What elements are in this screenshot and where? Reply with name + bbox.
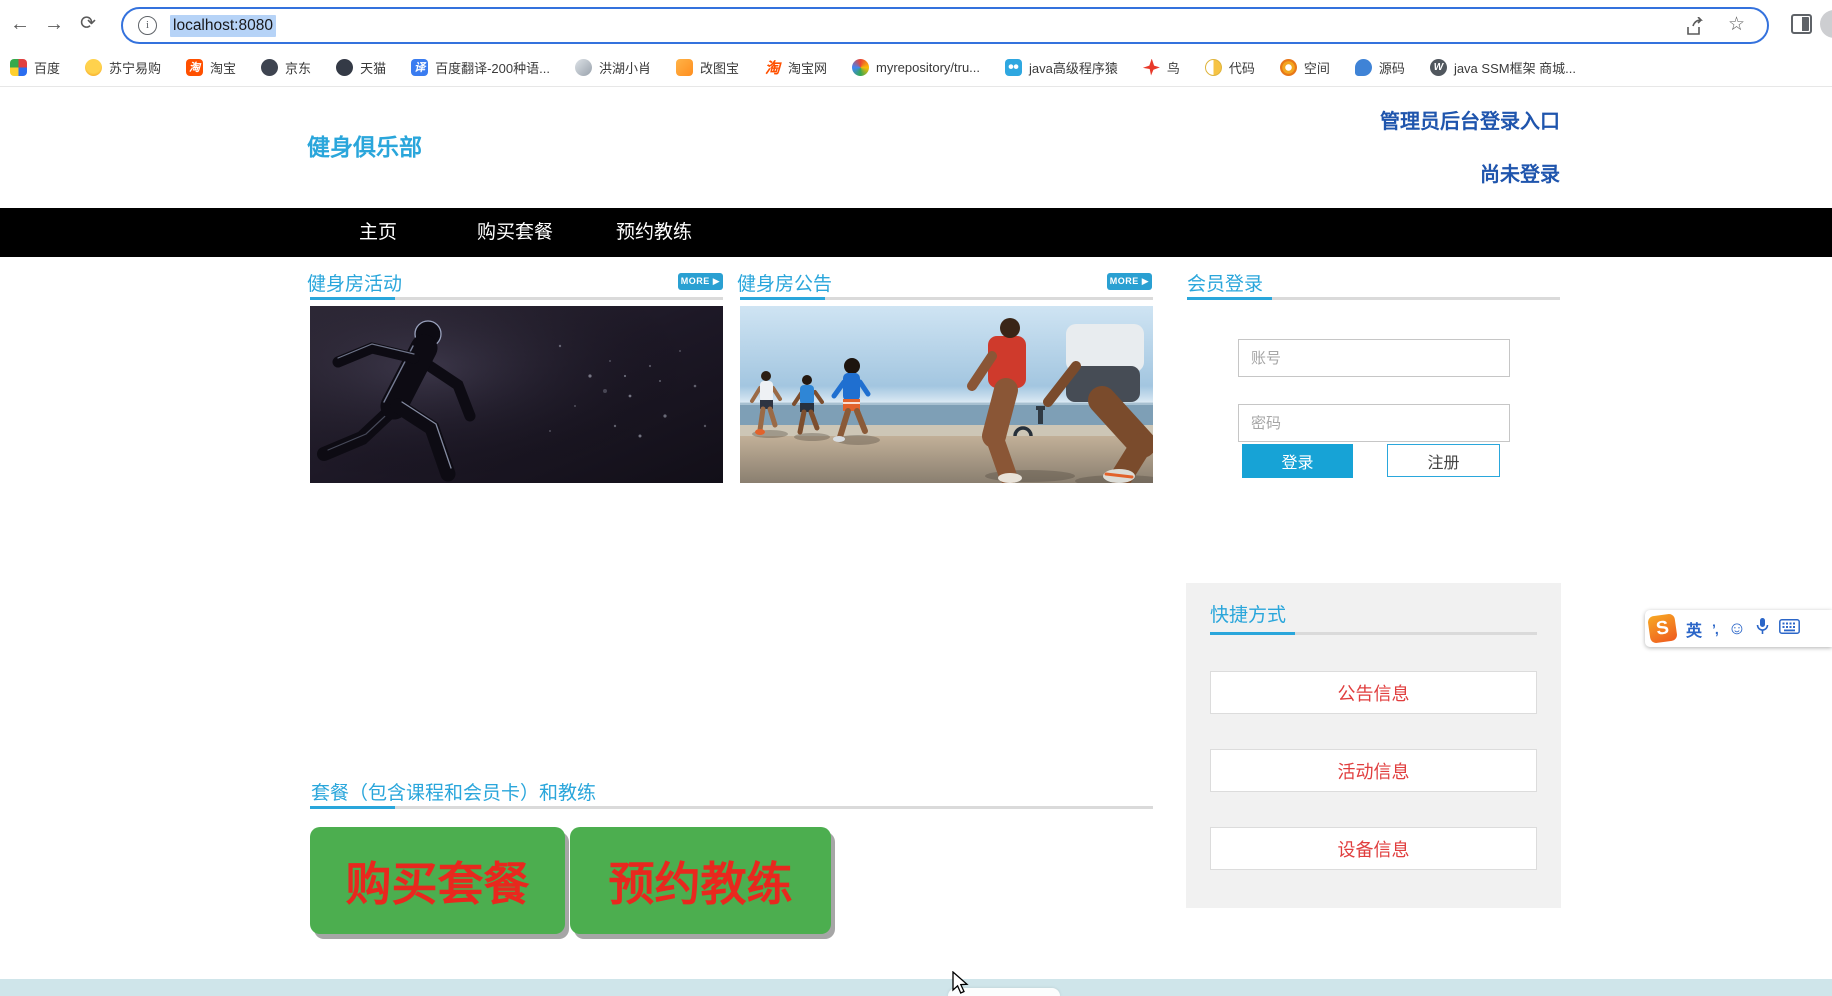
forward-button[interactable]: →: [40, 10, 68, 38]
notice-underline: [740, 297, 1153, 300]
login-status-link[interactable]: 尚未登录: [1480, 158, 1560, 187]
mouse-cursor: [952, 971, 969, 994]
login-button[interactable]: 登录: [1242, 444, 1353, 478]
footer-bar: [0, 979, 1832, 996]
ime-mic-icon[interactable]: [1756, 617, 1769, 641]
activity-banner-image[interactable]: [310, 306, 723, 483]
profile-avatar[interactable]: [1820, 10, 1832, 38]
bookmark-tmall[interactable]: 天猫: [336, 58, 386, 77]
packages-section-title: 套餐（包含课程和会员卡）和教练: [311, 783, 597, 804]
ime-language-toggle[interactable]: 英: [1686, 617, 1702, 641]
screen: { "browser": { "url": "localhost:8080", …: [0, 0, 1832, 996]
tv-face-icon: [1005, 58, 1023, 76]
activity-info-button[interactable]: 活动信息: [1210, 749, 1537, 792]
red-bird-icon: [1142, 58, 1160, 76]
qzone-icon: [1279, 58, 1297, 76]
bookmark-baidu[interactable]: 百度: [10, 58, 60, 77]
bookmark-code[interactable]: 代码: [1204, 58, 1255, 77]
main-nav: 主页 购买套餐 预约教练: [0, 208, 1832, 257]
bookmark-bird[interactable]: 鸟: [1142, 58, 1180, 77]
bookmark-java-programmer[interactable]: java高级程序猿: [1005, 58, 1118, 77]
wordpress-icon: W: [1429, 58, 1447, 76]
code-circle-icon: [1204, 58, 1222, 76]
side-panel-icon[interactable]: [1791, 14, 1812, 34]
bookmark-taobao[interactable]: 淘淘宝: [186, 58, 236, 77]
ime-keyboard-icon[interactable]: [1779, 618, 1801, 639]
honghu-icon: [574, 58, 592, 76]
back-button[interactable]: ←: [6, 10, 34, 38]
notice-more-button[interactable]: MORE ▶: [1107, 273, 1152, 290]
activity-more-button[interactable]: MORE ▶: [678, 273, 723, 290]
jd-globe-icon: [261, 58, 279, 76]
account-input[interactable]: [1238, 339, 1510, 377]
activity-section-title: 健身房活动: [307, 274, 403, 295]
bookmark-jd[interactable]: 京东: [261, 58, 311, 77]
packages-underline: [310, 806, 1153, 809]
browser-toolbar: ← → ⟳ i localhost:8080 ☆: [0, 0, 1832, 48]
nav-item-home[interactable]: 主页: [359, 208, 397, 257]
shortcuts-underline: [1210, 632, 1537, 635]
ime-toolbar: S 英 ’, ☺: [1645, 610, 1832, 647]
nav-item-buy-package[interactable]: 购买套餐: [477, 208, 553, 257]
bookmark-star-icon[interactable]: ☆: [1728, 13, 1745, 36]
address-bar[interactable]: i localhost:8080 ☆: [121, 7, 1769, 44]
url-text[interactable]: localhost:8080: [170, 14, 276, 37]
ime-emoji-icon[interactable]: ☺: [1728, 618, 1746, 639]
translate-icon: 译: [411, 58, 429, 76]
bookmark-honghu[interactable]: 洪湖小肖: [574, 58, 651, 77]
admin-login-link[interactable]: 管理员后台登录入口: [1380, 105, 1560, 134]
equipment-info-button[interactable]: 设备信息: [1210, 827, 1537, 870]
bookmark-source[interactable]: 源码: [1354, 58, 1405, 77]
taobao-icon: 淘: [186, 58, 204, 76]
activity-underline: [310, 297, 723, 300]
site-logo[interactable]: 健身俱乐部: [307, 128, 422, 162]
bookmark-gaitubao[interactable]: 改图宝: [675, 58, 739, 77]
nav-item-book-coach[interactable]: 预约教练: [616, 208, 692, 257]
bookmark-myrepository[interactable]: myrepository/tru...: [851, 58, 980, 76]
baidu-icon: [10, 58, 27, 76]
share-icon[interactable]: [1685, 16, 1705, 37]
bookmark-taobao-site[interactable]: 淘淘宝网: [764, 58, 827, 77]
register-button[interactable]: 注册: [1387, 444, 1500, 477]
bookmark-baidu-translate[interactable]: 译百度翻译-200种语...: [411, 58, 550, 77]
member-login-underline: [1187, 297, 1560, 300]
tmall-globe-icon: [336, 58, 354, 76]
shortcuts-title: 快捷方式: [1210, 605, 1287, 626]
site-info-icon[interactable]: i: [138, 16, 157, 35]
bookmark-java-ssm[interactable]: Wjava SSM框架 商城...: [1429, 58, 1576, 77]
member-login-title: 会员登录: [1187, 274, 1264, 295]
notice-info-button[interactable]: 公告信息: [1210, 671, 1537, 714]
gaitubao-icon: [675, 58, 693, 76]
bookmarks-bar: 百度 苏宁易购 淘淘宝 京东 天猫 译百度翻译-200种语... 洪湖小肖 改图…: [0, 48, 1832, 87]
ime-punctuation-icon[interactable]: ’,: [1712, 621, 1719, 637]
reload-button[interactable]: ⟳: [74, 10, 102, 38]
book-coach-button[interactable]: 预约教练: [570, 827, 831, 934]
taobao-text-icon: 淘: [764, 59, 780, 77]
sogou-logo-icon[interactable]: S: [1647, 613, 1678, 644]
buy-package-button[interactable]: 购买套餐: [310, 827, 565, 934]
blue-fish-icon: [1354, 58, 1372, 76]
notice-section-title: 健身房公告: [737, 274, 833, 295]
bookmark-qzone[interactable]: 空间: [1279, 58, 1330, 77]
repo-color-icon: [851, 58, 869, 76]
password-input[interactable]: [1238, 404, 1510, 442]
notice-banner-image[interactable]: [740, 306, 1153, 483]
suning-lion-icon: [85, 58, 103, 76]
bookmark-suning[interactable]: 苏宁易购: [85, 58, 161, 77]
